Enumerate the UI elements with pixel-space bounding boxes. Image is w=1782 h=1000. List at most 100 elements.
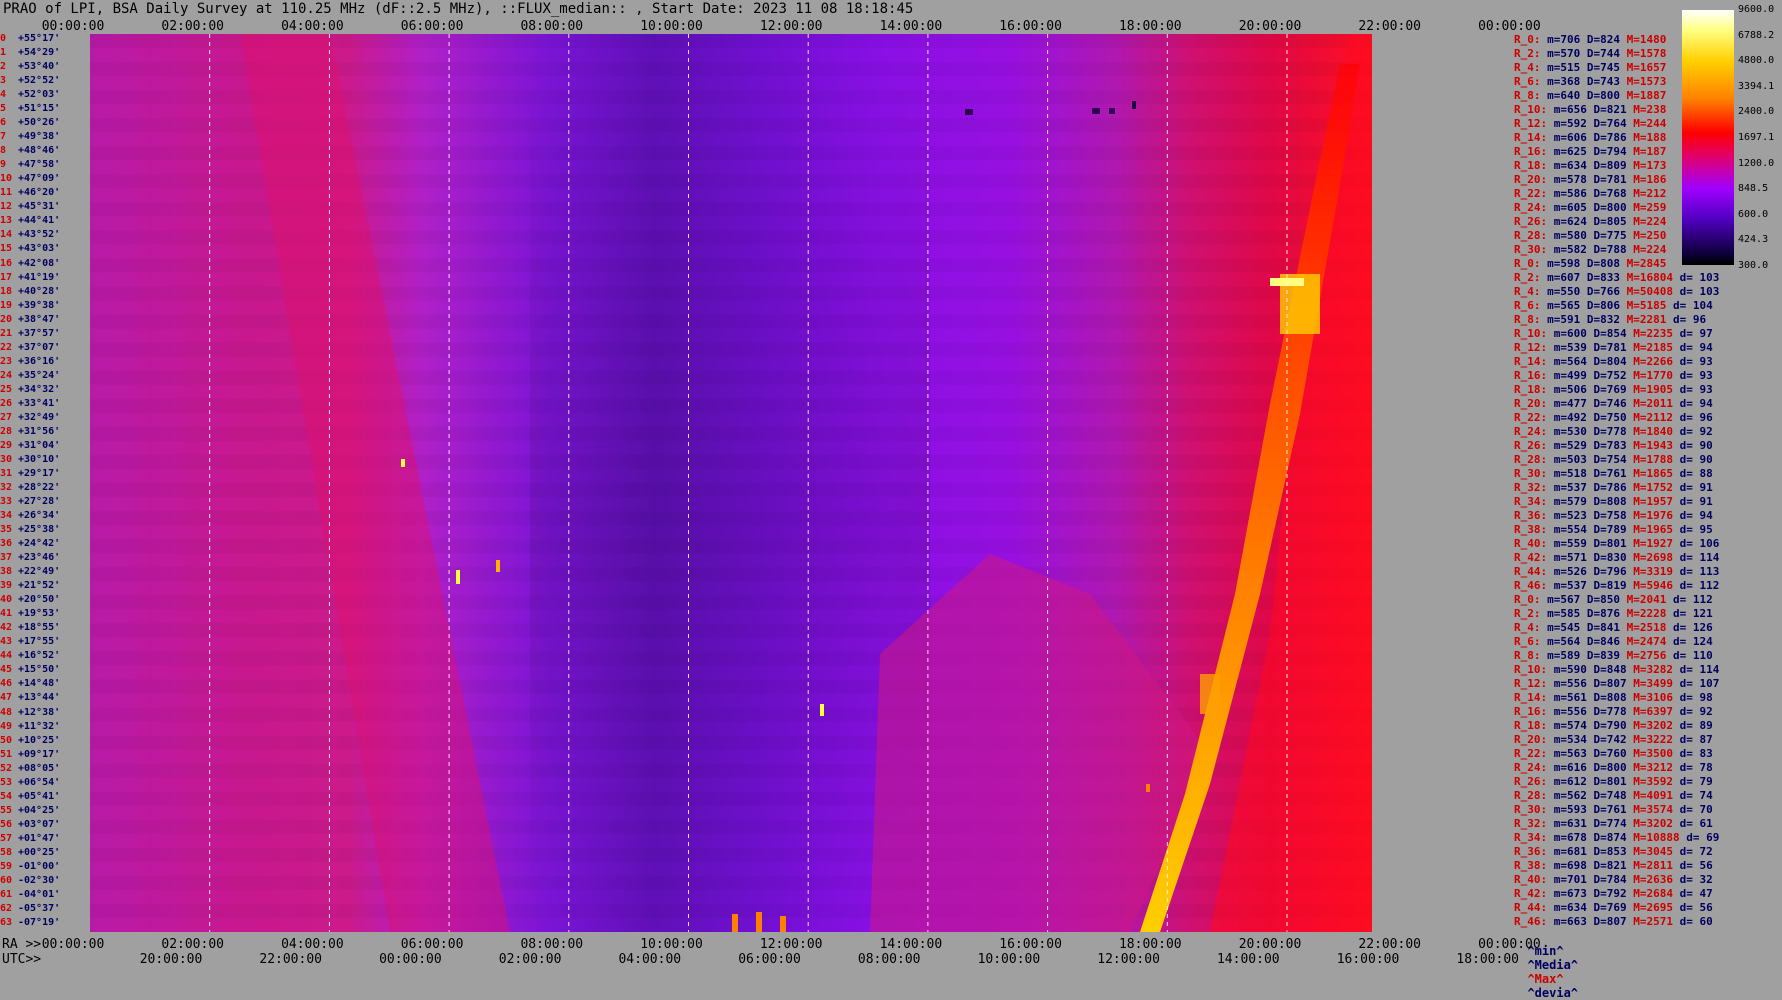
dec-value: +45°31' <box>18 201 61 213</box>
ra-tick-label: 18:00:00 <box>1118 937 1182 952</box>
bright-source-blob <box>1200 674 1220 714</box>
dec-row-label: 53 +06°54' <box>0 777 60 788</box>
point-source <box>756 912 762 932</box>
dec-row-index: 24 <box>0 369 13 381</box>
stats-row-name: R_2: <box>1514 271 1548 284</box>
stats-row: R_26: m=529 D=783 M=1943 d= 90 <box>1514 440 1719 451</box>
stats-median: D=807 <box>1593 677 1634 690</box>
dec-row-index: 41 <box>0 608 13 620</box>
interference-spot <box>1109 108 1115 114</box>
stats-median: D=800 <box>1593 761 1634 774</box>
stats-row: R_30: m=518 D=761 M=1865 d= 88 <box>1514 468 1719 479</box>
stats-max: M=1752 <box>1633 481 1680 494</box>
stats-row: R_12: m=539 D=781 M=2185 d= 94 <box>1514 342 1719 353</box>
dec-row-label: 2 +53°40' <box>0 62 60 72</box>
dec-row-index: 44 <box>0 650 13 662</box>
dec-value: +08°05' <box>18 762 61 774</box>
dec-value: +32°49' <box>18 411 61 423</box>
stats-median: D=839 <box>1586 649 1627 662</box>
stats-row: R_0: m=706 D=824 M=1480 <box>1514 34 1673 45</box>
stats-median: D=796 <box>1593 565 1634 578</box>
interference-spot <box>1092 108 1100 114</box>
top-tick-label: 04:00:00 <box>281 19 344 34</box>
dec-row-index: 28 <box>0 425 13 437</box>
dec-row-label: 11 +46°20' <box>0 188 60 198</box>
dec-row-label: 17 +41°19' <box>0 272 60 283</box>
stats-min: m=559 <box>1553 537 1594 550</box>
stats-min: m=530 <box>1553 425 1594 438</box>
stats-row: R_38: m=698 D=821 M=2811 d= 56 <box>1514 860 1719 871</box>
dec-value: +55°17' <box>18 33 61 44</box>
stats-max: M=3319 <box>1633 565 1680 578</box>
dec-value: +47°09' <box>18 173 61 185</box>
dec-row-label: 0 +55°17' <box>0 34 60 44</box>
stats-row-name: R_4: <box>1514 621 1548 634</box>
stats-max: M=3202 <box>1633 719 1680 732</box>
stats-max: M=2684 <box>1633 887 1680 900</box>
stats-row-name: R_6: <box>1514 75 1548 88</box>
dec-value: +23°46' <box>18 552 61 564</box>
dec-row-label: 22 +37°07' <box>0 341 60 353</box>
dec-row-label: 44 +16°52' <box>0 651 60 661</box>
stats-min: m=506 <box>1553 383 1594 396</box>
stats-row-name: R_22: <box>1514 747 1554 760</box>
stats-median: D=850 <box>1586 593 1627 606</box>
utc-axis-label: UTC>> <box>2 952 42 967</box>
stats-min: m=598 <box>1547 257 1587 270</box>
stats-row: R_32: m=537 D=786 M=1752 d= 91 <box>1514 482 1719 493</box>
dec-value: +44°41' <box>18 215 61 227</box>
colorbar-tick-label: 6788.2 <box>1738 29 1775 41</box>
stats-min: m=600 <box>1553 327 1594 340</box>
stats-row-name: R_28: <box>1514 229 1554 242</box>
dec-value: +22°49' <box>18 566 61 578</box>
dec-row-index: 8 <box>0 145 7 157</box>
dec-value: +05°41' <box>18 790 61 802</box>
dec-row-index: 35 <box>0 524 13 536</box>
stats-row: R_34: m=579 D=808 M=1957 d= 91 <box>1514 496 1719 507</box>
stats-row-name: R_10: <box>1514 663 1554 676</box>
stats-row: R_2: m=607 D=833 M=16804 d= 103 <box>1514 272 1726 283</box>
stats-deviation: d= 96 <box>1672 313 1713 326</box>
stats-min: m=562 <box>1553 789 1594 802</box>
dec-row-index: 22 <box>0 341 13 353</box>
stats-row: R_24: m=605 D=800 M=259 <box>1514 202 1673 213</box>
stats-median: D=786 <box>1593 481 1634 494</box>
dec-row-label: 26 +33°41' <box>0 398 60 409</box>
heatmap-row-band <box>90 315 1372 329</box>
stats-median: D=794 <box>1593 145 1634 158</box>
stats-min: m=503 <box>1553 453 1594 466</box>
dec-row-label: 29 +31°04' <box>0 440 60 451</box>
dec-value: +15°50' <box>18 664 61 676</box>
stats-max: M=2235 <box>1633 327 1680 340</box>
dec-value: +17°55' <box>18 636 61 648</box>
dec-row-label: 51 +09°17' <box>0 748 61 760</box>
dec-row-label: 34 +26°34' <box>0 511 60 521</box>
stats-min: m=545 <box>1547 621 1587 634</box>
colorbar-tick-label: 3394.1 <box>1738 80 1775 92</box>
dec-row-index: 58 <box>0 846 13 858</box>
dec-value: +30°10' <box>18 453 61 465</box>
dec-row-label: 62 -05°37' <box>0 903 60 914</box>
dec-value: +09°17' <box>18 748 61 760</box>
stats-max: M=2636 <box>1633 873 1680 886</box>
stats-median: D=853 <box>1593 845 1634 858</box>
dec-row-index: 23 <box>0 355 13 367</box>
stats-median: D=789 <box>1593 523 1634 536</box>
stats-row: R_4: m=545 D=841 M=2518 d= 126 <box>1514 622 1719 633</box>
dec-row-label: 58 +00°25' <box>0 846 60 858</box>
dec-row-index: 59 <box>0 860 13 872</box>
dec-row-label: 54 +05°41' <box>0 790 61 802</box>
top-tick-label: 12:00:00 <box>759 19 823 34</box>
stats-median: D=754 <box>1593 453 1634 466</box>
stats-row: R_16: m=556 D=778 M=6397 d= 92 <box>1514 706 1719 717</box>
stats-row-name: R_2: <box>1514 47 1548 60</box>
dec-row-label: 6 +50°26' <box>0 118 60 128</box>
stats-min: m=567 <box>1547 593 1587 606</box>
dec-row-index: 10 <box>0 173 13 185</box>
dec-value: +43°03' <box>18 243 61 255</box>
stats-max: M=2698 <box>1633 551 1680 564</box>
stats-min: m=663 <box>1553 915 1594 928</box>
stats-row: R_18: m=506 D=769 M=1905 d= 93 <box>1514 384 1719 395</box>
dec-row-label: 19 +39°38' <box>0 300 60 311</box>
stats-deviation: d= 92 <box>1679 705 1720 718</box>
